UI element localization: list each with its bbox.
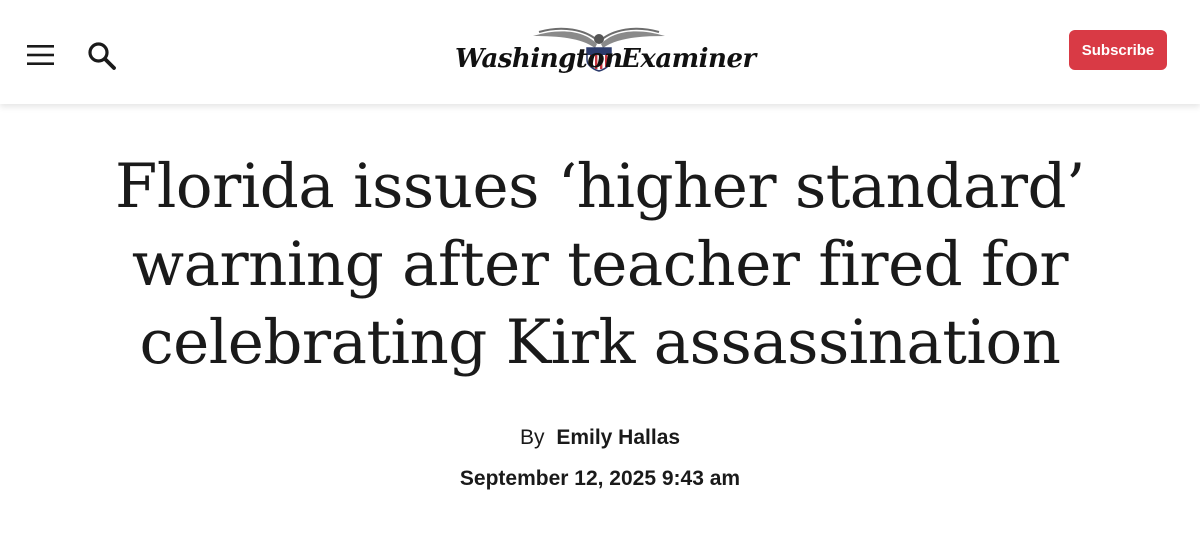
menu-button[interactable] (26, 42, 56, 68)
byline-prefix: By (519, 426, 545, 449)
hamburger-menu-icon (27, 45, 54, 65)
search-button[interactable] (86, 40, 118, 72)
site-logo[interactable]: Washington Examiner (445, 26, 757, 82)
search-icon (88, 42, 116, 70)
article-headline: Florida issues ‘higher standard’ warning… (115, 151, 1085, 378)
logo-text-examiner: Examiner (621, 44, 756, 74)
logo-text-washington: Washington (455, 44, 623, 74)
site-header: Washington Examiner Subscribe (0, 0, 1200, 104)
subscribe-button[interactable]: Subscribe (1069, 30, 1167, 70)
publish-date: September 12, 2025 9:43 am (459, 467, 741, 490)
byline: By Emily Hallas (0, 424, 1200, 452)
author-link[interactable]: Emily Hallas (556, 426, 680, 449)
